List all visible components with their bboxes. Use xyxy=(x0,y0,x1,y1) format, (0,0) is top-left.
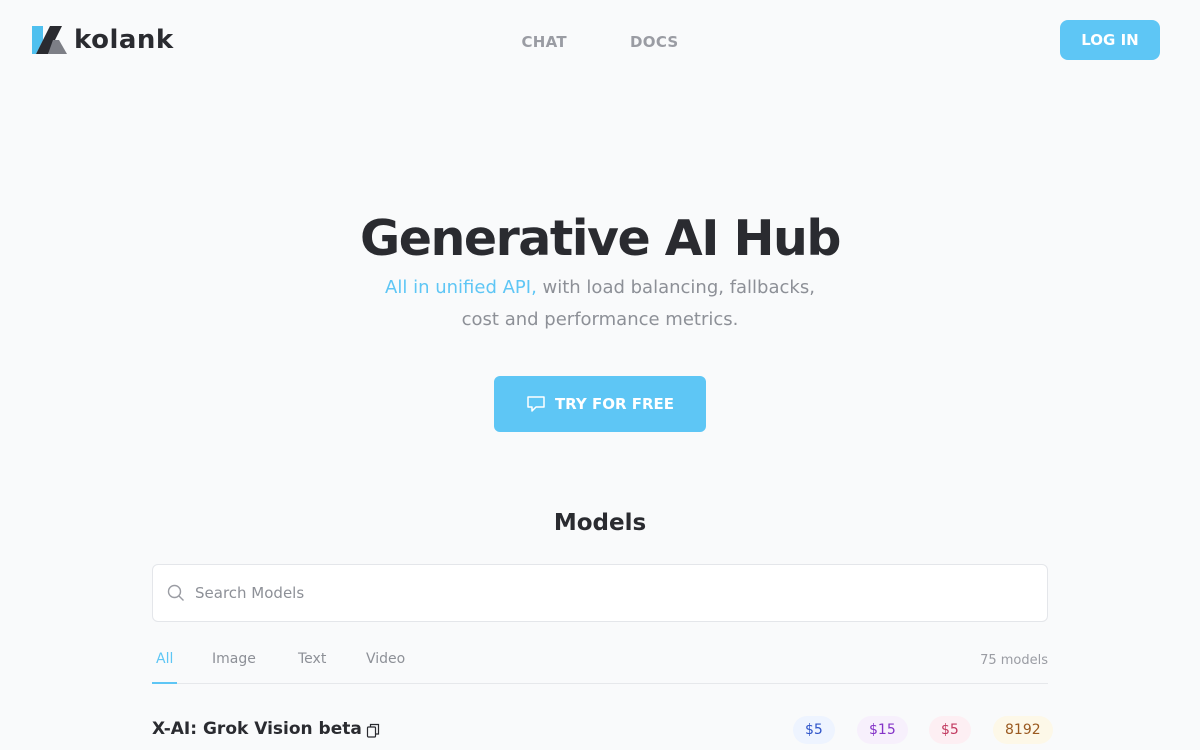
main-nav: CHAT DOCS xyxy=(0,32,1200,51)
active-tab-indicator xyxy=(152,682,177,684)
nav-docs[interactable]: DOCS xyxy=(630,33,679,51)
site-header: kolank CHAT DOCS LOG IN xyxy=(0,0,1200,84)
tab-video[interactable]: Video xyxy=(366,651,405,667)
search-box xyxy=(152,564,1048,622)
models-count: 75 models xyxy=(980,653,1048,668)
try-for-free-label: TRY FOR FREE xyxy=(554,395,675,413)
hero-title: Generative AI Hub xyxy=(360,210,841,267)
hero-subtitle-accent: All in unified API, xyxy=(385,277,537,298)
tab-all[interactable]: All xyxy=(156,651,173,667)
hero-subtitle-line1: with load balancing, fallbacks, xyxy=(536,277,815,298)
login-button[interactable]: LOG IN xyxy=(1060,20,1160,60)
hero-subtitle: All in unified API, with load balancing,… xyxy=(0,272,1200,336)
model-row[interactable]: X-AI: Grok Vision beta $5 $15 $5 8192 xyxy=(152,706,1053,750)
tab-text[interactable]: Text xyxy=(298,651,326,667)
chat-bubble-icon xyxy=(527,396,545,412)
context-length-badge: 8192 xyxy=(993,716,1053,744)
model-name: X-AI: Grok Vision beta xyxy=(152,719,362,739)
models-title: Models xyxy=(553,510,647,536)
nav-chat[interactable]: CHAT xyxy=(521,33,566,51)
image-price-badge: $5 xyxy=(929,716,971,744)
output-price-badge: $15 xyxy=(857,716,908,744)
search-input[interactable] xyxy=(195,584,995,602)
search-icon xyxy=(167,584,184,601)
model-tabs: All Image Text Video 75 models xyxy=(152,640,1048,684)
try-for-free-button[interactable]: TRY FOR FREE xyxy=(494,376,706,432)
tab-image[interactable]: Image xyxy=(212,651,256,667)
hero-subtitle-line2: cost and performance metrics. xyxy=(461,309,739,330)
input-price-badge: $5 xyxy=(793,716,835,744)
copy-icon[interactable] xyxy=(366,723,380,742)
